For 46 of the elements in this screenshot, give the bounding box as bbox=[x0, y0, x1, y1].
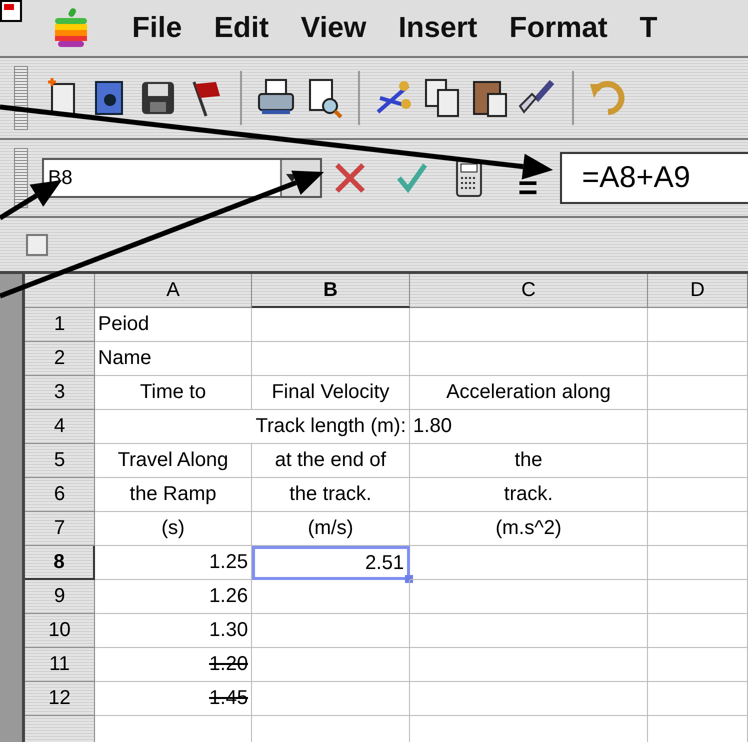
menu-item[interactable]: Format bbox=[493, 12, 624, 44]
table-cell[interactable]: track. bbox=[410, 478, 648, 512]
table-cell[interactable]: the track. bbox=[252, 478, 410, 512]
column-header[interactable]: A bbox=[95, 274, 252, 308]
table-cell[interactable]: (m.s^2) bbox=[410, 512, 648, 546]
row-header[interactable]: 3 bbox=[25, 376, 95, 410]
menu-item[interactable]: Insert bbox=[382, 12, 494, 44]
table-cell[interactable]: Time to bbox=[95, 376, 252, 410]
column-header[interactable]: D bbox=[648, 274, 748, 308]
table-cell[interactable]: (m/s) bbox=[252, 512, 410, 546]
row-header[interactable]: 5 bbox=[25, 444, 95, 478]
table-cell[interactable]: 1.26 bbox=[95, 580, 252, 614]
row-header[interactable]: 9 bbox=[25, 580, 95, 614]
selected-cell[interactable]: 2.51 bbox=[252, 546, 410, 580]
table-cell[interactable]: 1.25 bbox=[95, 546, 252, 580]
row-header[interactable]: 7 bbox=[25, 512, 95, 546]
row-header[interactable]: 12 bbox=[25, 682, 95, 716]
row-header[interactable]: 6 bbox=[25, 478, 95, 512]
menu-item[interactable]: File bbox=[116, 12, 198, 44]
table-cell[interactable]: (s) bbox=[95, 512, 252, 546]
table-cell[interactable]: 1.20 bbox=[95, 648, 252, 682]
table-cell[interactable]: Acceleration along bbox=[410, 376, 648, 410]
table-cell[interactable]: 1.45 bbox=[95, 682, 252, 716]
table-cell[interactable]: Name bbox=[95, 342, 252, 376]
table-cell[interactable]: the bbox=[410, 444, 648, 478]
row-header[interactable]: 4 bbox=[25, 410, 95, 444]
row-header[interactable]: 1 bbox=[25, 308, 95, 342]
equals-button[interactable]: = bbox=[512, 177, 544, 199]
table-cell[interactable]: 1.30 bbox=[95, 614, 252, 648]
table-cell[interactable]: at the end of bbox=[252, 444, 410, 478]
table-cell[interactable]: 1.80 bbox=[410, 410, 648, 444]
menu-item[interactable]: Edit bbox=[198, 12, 285, 44]
table-cell[interactable]: the Ramp bbox=[95, 478, 252, 512]
row-header[interactable]: 10 bbox=[25, 614, 95, 648]
column-header[interactable]: B bbox=[252, 274, 410, 308]
menu-item[interactable]: View bbox=[284, 12, 382, 44]
table-cell[interactable]: Final Velocity bbox=[252, 376, 410, 410]
row-header[interactable]: 8 bbox=[25, 546, 95, 580]
row-header[interactable]: 2 bbox=[25, 342, 95, 376]
row-header[interactable]: 11 bbox=[25, 648, 95, 682]
table-cell[interactable]: Peiod bbox=[95, 308, 252, 342]
table-cell[interactable]: Track length (m): bbox=[95, 410, 410, 444]
table-cell[interactable]: Travel Along bbox=[95, 444, 252, 478]
formula-field[interactable]: =A8+A9 bbox=[560, 152, 748, 204]
menu-item[interactable]: T bbox=[624, 12, 674, 44]
column-header[interactable]: C bbox=[410, 274, 648, 308]
